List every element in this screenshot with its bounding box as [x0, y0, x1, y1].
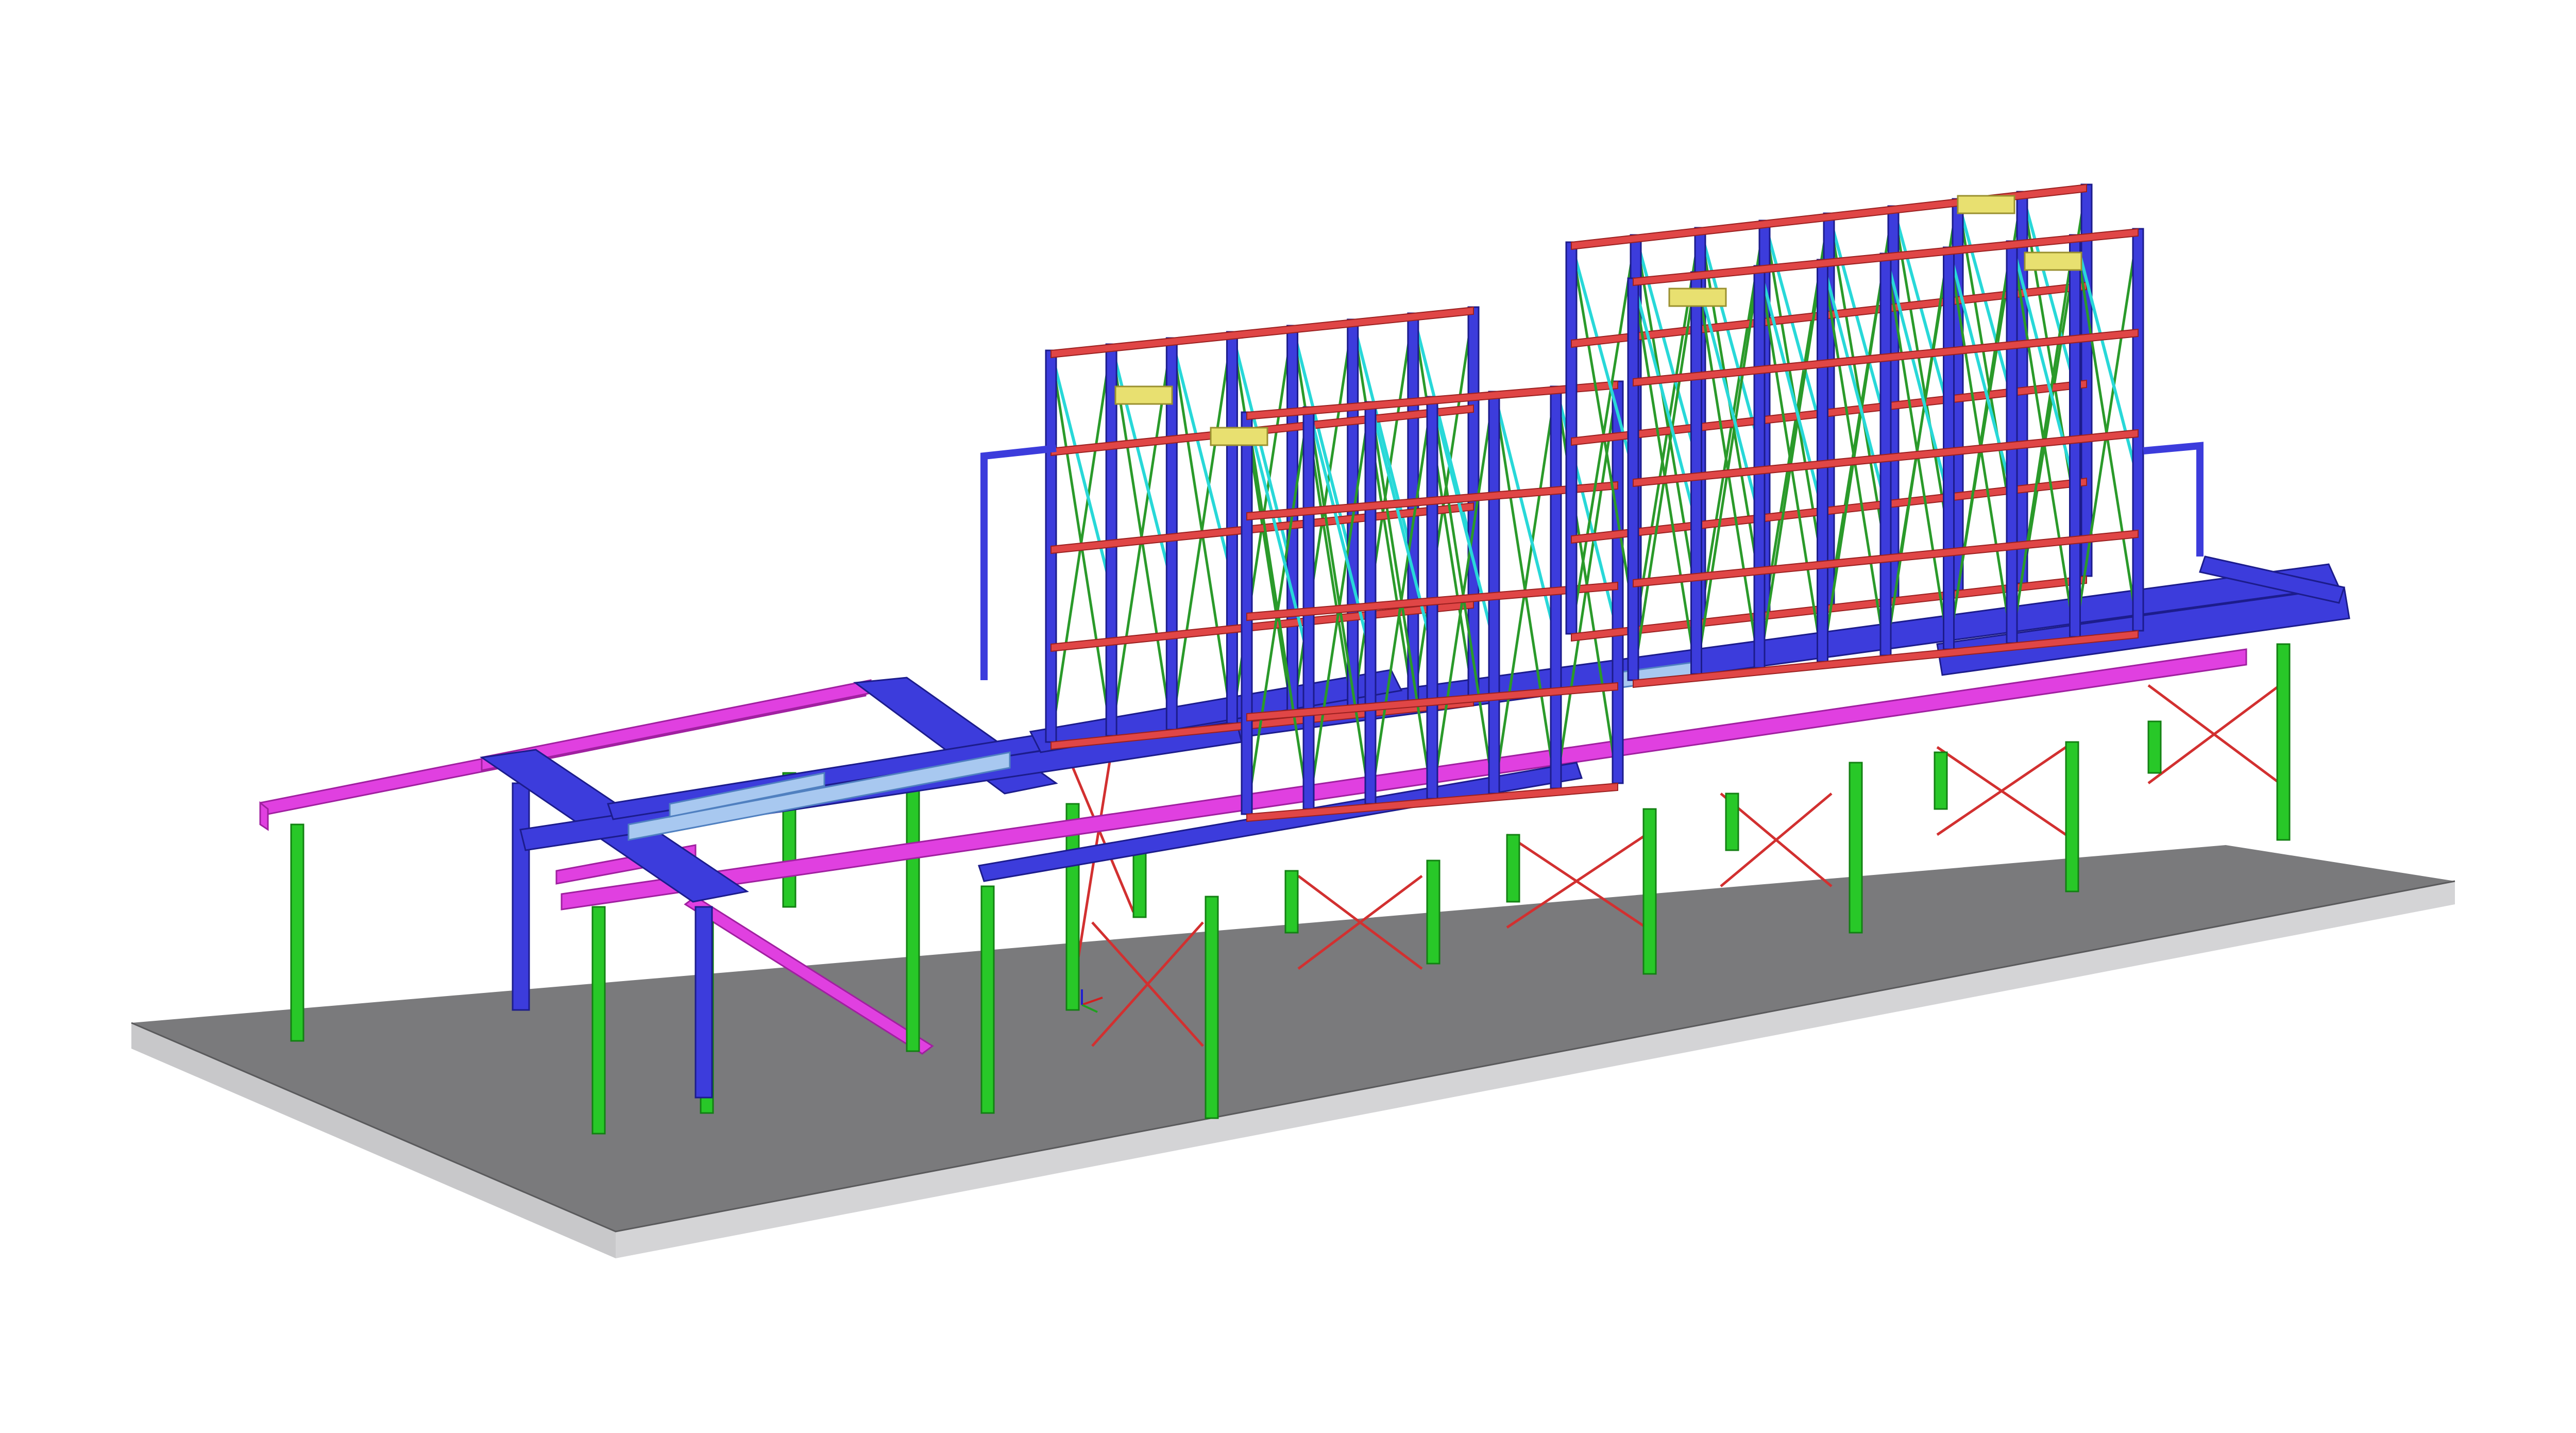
column	[290, 823, 304, 1042]
column	[906, 787, 920, 1052]
column	[1642, 808, 1657, 975]
outer-frame	[2143, 442, 2204, 557]
column	[1284, 870, 1299, 934]
column	[980, 885, 995, 1114]
model-viewport[interactable]	[0, 0, 2576, 1433]
column	[2065, 741, 2079, 892]
equipment-box	[1114, 385, 1173, 405]
column	[1849, 762, 1863, 934]
column	[1205, 896, 1219, 1119]
column	[1506, 834, 1520, 903]
column	[1934, 751, 1948, 810]
steel-structure-3d-model	[131, 183, 2455, 1258]
column	[591, 906, 606, 1135]
column	[2276, 643, 2291, 841]
equipment-box	[1957, 195, 2015, 214]
column	[1426, 859, 1440, 965]
equipment-box	[2024, 251, 2082, 271]
column	[1725, 793, 1739, 851]
equipment-box	[1668, 288, 1727, 307]
column	[1132, 844, 1147, 918]
equipment-box	[1210, 427, 1268, 446]
tower-frames	[980, 183, 2204, 822]
column	[2147, 720, 2162, 774]
